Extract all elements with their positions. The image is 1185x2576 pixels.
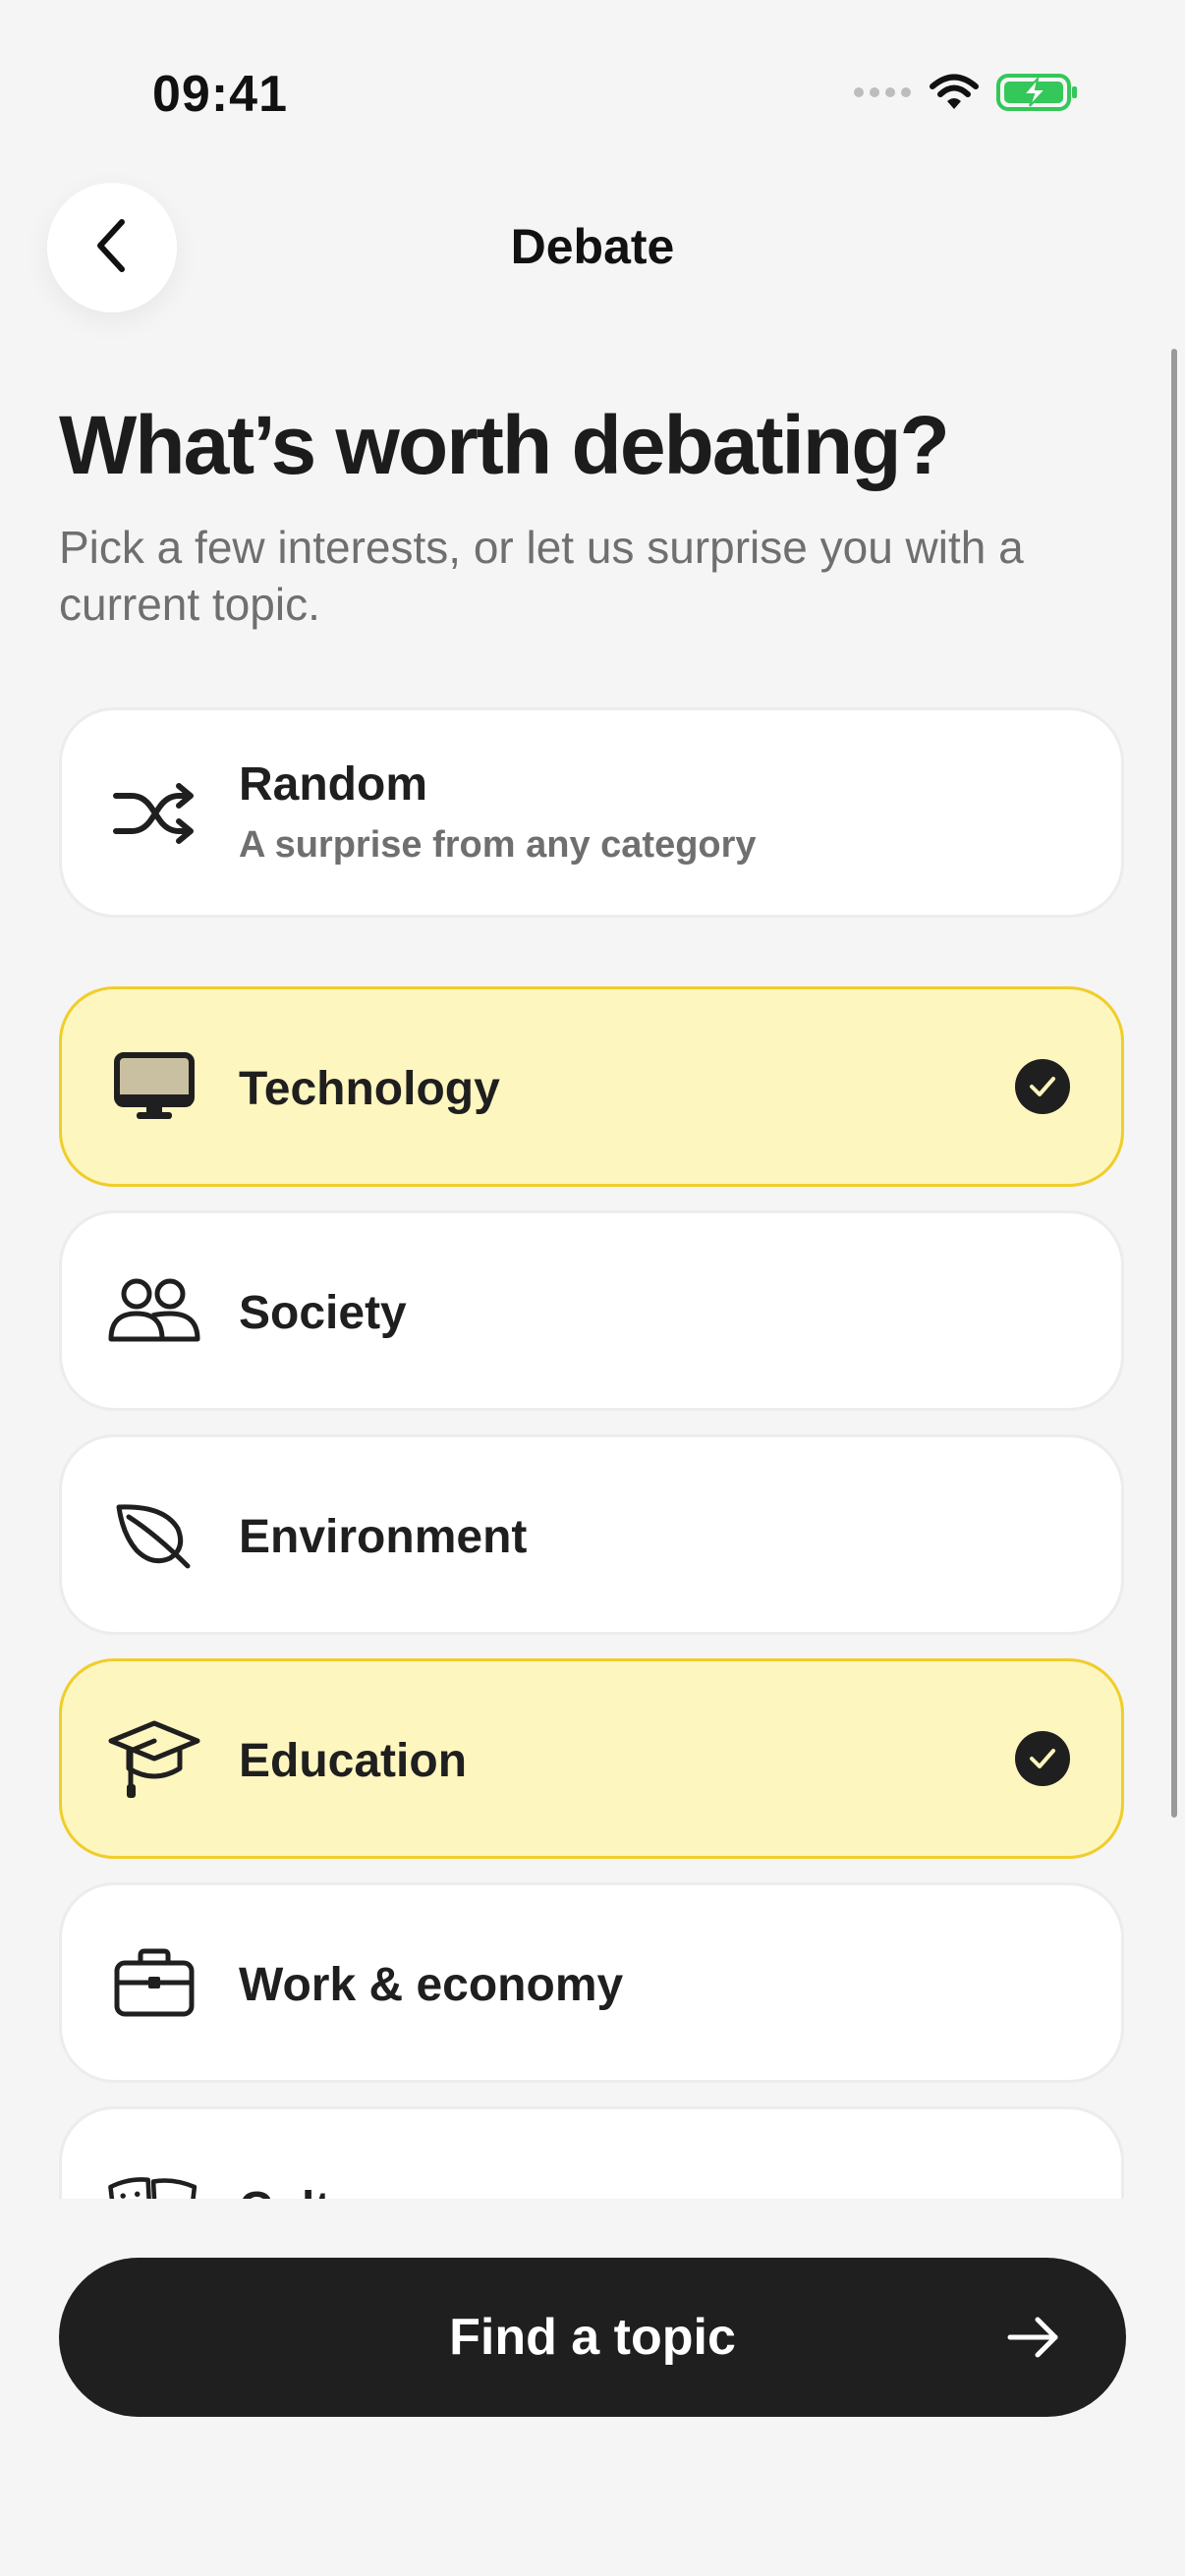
category-label: Work & economy <box>239 1959 624 2011</box>
category-label: Technology <box>239 1063 500 1115</box>
category-culture[interactable]: Cult <box>59 2106 1124 2199</box>
status-bar: 09:41 <box>0 0 1185 187</box>
status-icons <box>853 73 1079 117</box>
topic-list[interactable]: Random A surprise from any category Tech… <box>0 688 1185 2199</box>
cellular-dots-icon <box>853 84 912 105</box>
headline: What’s worth debating? <box>59 399 950 491</box>
subheadline: Pick a few interests, or let us surprise… <box>59 522 1024 630</box>
category-label: Education <box>239 1735 468 1787</box>
checkmark-icon <box>1015 1059 1070 1114</box>
theater-masks-icon <box>105 2157 203 2199</box>
category-environment[interactable]: Environment <box>59 1434 1124 1635</box>
briefcase-icon <box>105 1933 203 2032</box>
checkmark-icon <box>1015 1731 1070 1786</box>
people-icon <box>105 1261 203 1360</box>
arrow-right-icon <box>1004 2308 1063 2367</box>
find-topic-label: Find a topic <box>449 2309 736 2366</box>
category-label: Environment <box>239 1511 528 1563</box>
category-label: Cult <box>239 2182 330 2199</box>
leaf-icon <box>105 1485 203 1584</box>
random-option-sublabel: A surprise from any category <box>239 824 757 866</box>
monitor-icon <box>105 1037 203 1136</box>
status-time: 09:41 <box>152 66 288 123</box>
category-label: Society <box>239 1287 407 1339</box>
category-technology[interactable]: Technology <box>59 986 1124 1187</box>
category-work-economy[interactable]: Work & economy <box>59 1882 1124 2083</box>
page-title: Debate <box>510 219 675 274</box>
category-education[interactable]: Education <box>59 1658 1124 1859</box>
category-society[interactable]: Society <box>59 1210 1124 1411</box>
wifi-icon <box>930 74 979 116</box>
random-option[interactable]: Random A surprise from any category <box>59 707 1124 918</box>
random-option-label: Random <box>239 758 427 811</box>
battery-charging-icon <box>996 73 1079 117</box>
graduation-cap-icon <box>105 1709 203 1808</box>
find-topic-button[interactable]: Find a topic <box>59 2258 1126 2417</box>
shuffle-icon <box>105 763 203 862</box>
